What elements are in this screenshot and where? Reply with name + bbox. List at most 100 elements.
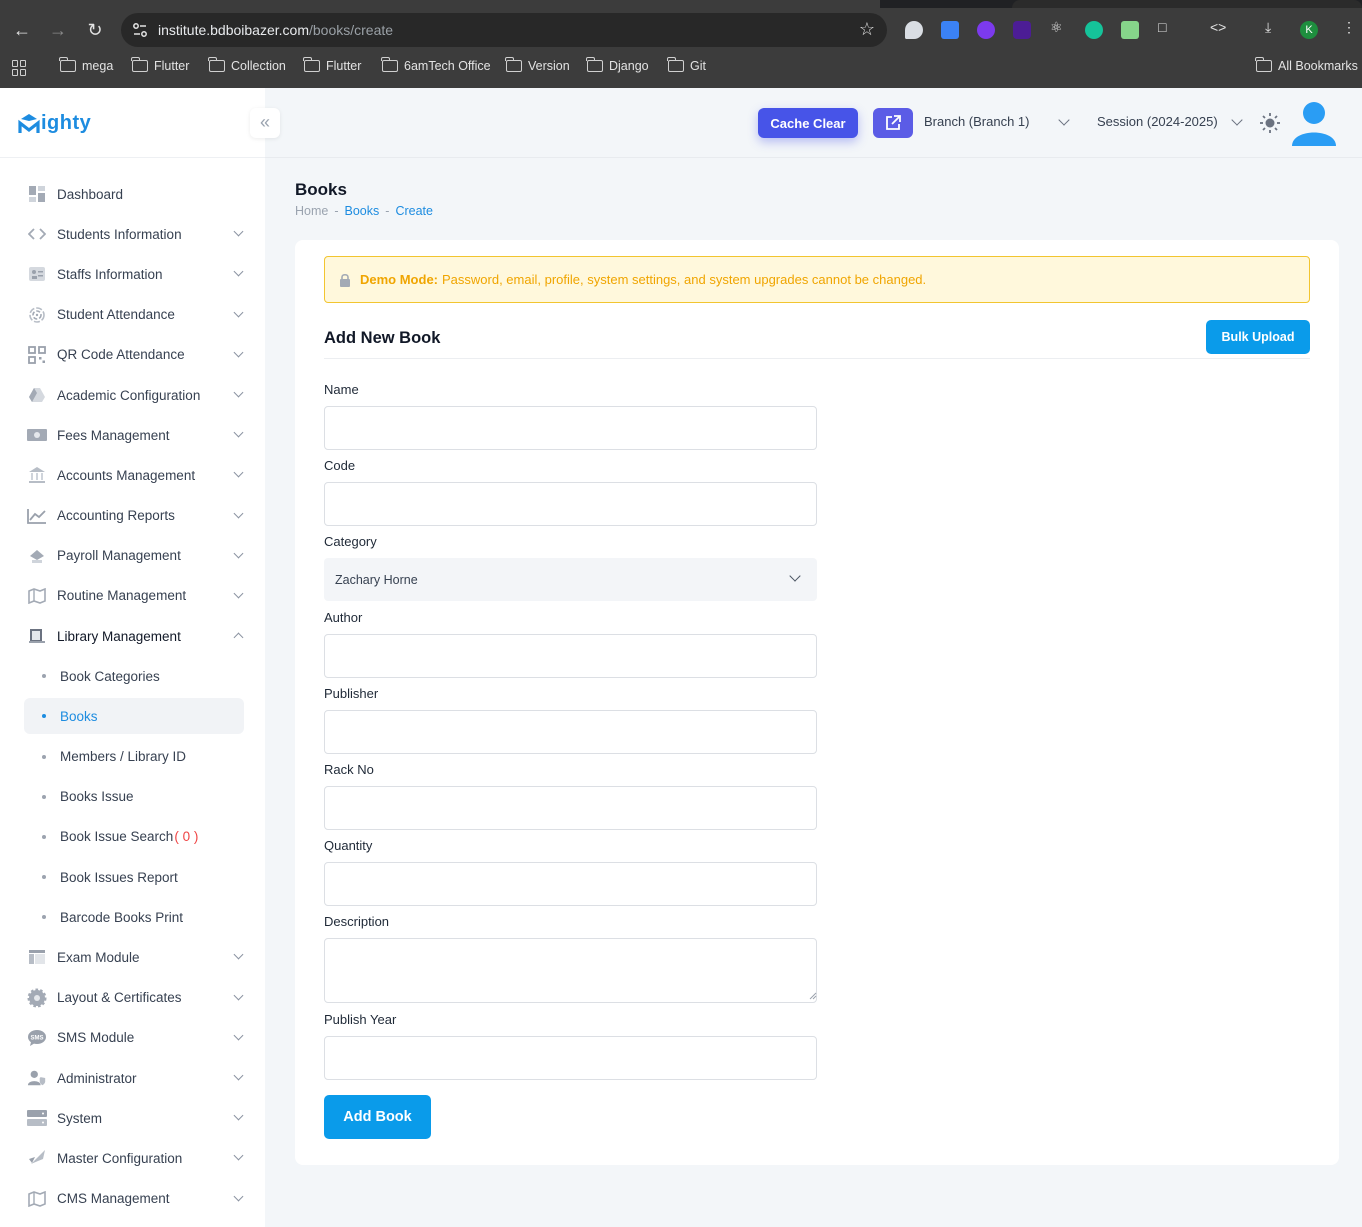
publish-year-field[interactable] bbox=[324, 1036, 817, 1080]
bullet-icon bbox=[42, 875, 46, 880]
sidebar-item-label: Staffs Information bbox=[57, 266, 163, 282]
layout-icon bbox=[27, 948, 47, 966]
sidebar-item-payroll-management[interactable]: Payroll Management bbox=[24, 536, 244, 576]
bookmark-folder[interactable]: mega bbox=[59, 57, 113, 73]
category-selected-value: Zachary Horne bbox=[335, 572, 418, 587]
sidebar-item-label: SMS Module bbox=[57, 1030, 135, 1046]
bookmark-folder[interactable]: Flutter bbox=[303, 57, 361, 73]
sidebar-subitem-book-issues-report[interactable]: Book Issues Report bbox=[24, 857, 244, 897]
chevron-down-icon[interactable] bbox=[1058, 114, 1070, 126]
sidebar-item-academic-configuration[interactable]: Academic Configuration bbox=[24, 375, 244, 415]
back-icon[interactable]: ← bbox=[10, 18, 34, 42]
chevron-down-icon[interactable] bbox=[1231, 114, 1243, 126]
resize-handle-icon[interactable] bbox=[809, 992, 817, 1000]
name-field[interactable] bbox=[324, 406, 817, 450]
collapse-sidebar-button[interactable]: « bbox=[250, 108, 280, 138]
external-link-button[interactable] bbox=[873, 108, 913, 138]
address-bar[interactable]: institute.bdboibazer.com/books/create ☆ bbox=[121, 13, 887, 47]
bookmark-folder[interactable]: Git bbox=[667, 57, 706, 73]
bookmark-folder[interactable]: 6amTech Office bbox=[381, 57, 491, 73]
bookmark-folder[interactable]: Django bbox=[586, 57, 649, 73]
all-bookmarks[interactable]: All Bookmarks bbox=[1255, 57, 1358, 73]
sidebar-item-library-management[interactable]: Library Management bbox=[24, 616, 244, 656]
user-avatar[interactable] bbox=[1290, 100, 1338, 146]
description-field[interactable] bbox=[324, 938, 817, 1003]
app-logo[interactable]: Mighty bbox=[18, 108, 91, 138]
session-selector[interactable]: Session (2024-2025) bbox=[1097, 114, 1218, 129]
add-book-button[interactable]: Add Book bbox=[324, 1095, 431, 1139]
sidebar-subitem-book-categories[interactable]: Book Categories bbox=[24, 656, 244, 696]
chevron-down-icon bbox=[233, 990, 244, 1001]
sidebar-item-routine-management[interactable]: Routine Management bbox=[24, 576, 244, 616]
reload-icon[interactable]: ↻ bbox=[83, 18, 107, 42]
bulk-upload-button[interactable]: Bulk Upload bbox=[1206, 320, 1310, 354]
bookmark-folder[interactable]: Collection bbox=[208, 57, 286, 73]
chevron-down-icon bbox=[233, 1150, 244, 1161]
sidebar-subitem-members-library-id[interactable]: Members / Library ID bbox=[24, 736, 244, 776]
drive-icon bbox=[27, 386, 47, 404]
code-field[interactable] bbox=[324, 482, 817, 526]
sidebar-subitem-barcode-books-print[interactable]: Barcode Books Print bbox=[24, 897, 244, 937]
code-icon bbox=[27, 225, 47, 243]
bookmark-star-icon[interactable]: ☆ bbox=[859, 19, 875, 40]
sidebar-subitem-books[interactable]: Books bbox=[24, 698, 244, 735]
forward-icon[interactable]: → bbox=[46, 18, 70, 42]
extensions-puzzle-icon[interactable]: □ bbox=[1158, 19, 1166, 35]
sidebar-item-cms-management[interactable]: CMS Management bbox=[24, 1179, 244, 1219]
sidebar-item-qr-code-attendance[interactable]: QR Code Attendance bbox=[24, 335, 244, 375]
sidebar-subitem-book-issue-search[interactable]: Book Issue Search( 0 ) bbox=[24, 817, 244, 857]
author-field[interactable] bbox=[324, 634, 817, 678]
sidebar-item-accounts-management[interactable]: Accounts Management bbox=[24, 455, 244, 495]
sidebar-item-system[interactable]: System bbox=[24, 1098, 244, 1138]
extension-diamond-icon[interactable] bbox=[1013, 21, 1031, 39]
download-icon[interactable]: ⤓ bbox=[1265, 19, 1271, 36]
browser-menu-icon[interactable]: ⋮ bbox=[1342, 19, 1356, 36]
name-label: Name bbox=[324, 382, 359, 397]
site-settings-icon[interactable] bbox=[131, 21, 149, 39]
sidebar-item-staffs-information[interactable]: Staffs Information bbox=[24, 254, 244, 294]
extension-drop-icon[interactable] bbox=[905, 21, 923, 39]
publisher-field[interactable] bbox=[324, 710, 817, 754]
quantity-field[interactable] bbox=[324, 862, 817, 906]
bookmark-folder[interactable]: Version bbox=[505, 57, 570, 73]
sidebar-subitem-books-issue[interactable]: Books Issue bbox=[24, 777, 244, 817]
chevron-down-icon bbox=[233, 949, 244, 960]
server-icon bbox=[27, 1109, 47, 1127]
bookmark-folder[interactable]: Flutter bbox=[131, 57, 189, 73]
top-header: Cache Clear Branch (Branch 1) Session (2… bbox=[265, 88, 1362, 158]
category-select[interactable]: Zachary Horne bbox=[324, 558, 817, 601]
bullet-icon bbox=[42, 915, 46, 920]
sidebar-item-sms-module[interactable]: SMS SMS Module bbox=[24, 1018, 244, 1058]
sidebar-item-administrator[interactable]: Administrator bbox=[24, 1058, 244, 1098]
sidebar-item-exam-module[interactable]: Exam Module bbox=[24, 937, 244, 977]
logo-text: ighty bbox=[41, 111, 92, 134]
branch-selector[interactable]: Branch (Branch 1) bbox=[924, 114, 1030, 129]
sidebar-item-master-configuration[interactable]: Master Configuration bbox=[24, 1138, 244, 1178]
screenshot-extension-icon[interactable] bbox=[1121, 21, 1139, 39]
folder-icon bbox=[59, 57, 76, 72]
devtools-code-icon[interactable]: <> bbox=[1210, 19, 1226, 35]
map-icon bbox=[27, 587, 47, 605]
folder-icon bbox=[303, 57, 320, 72]
extension-circle-icon[interactable] bbox=[977, 21, 995, 39]
sidebar-item-fees-management[interactable]: Fees Management bbox=[24, 415, 244, 455]
react-devtools-icon[interactable]: ⚛ bbox=[1050, 19, 1063, 36]
chevron-down-icon bbox=[233, 427, 244, 438]
extension-fi-icon[interactable] bbox=[941, 21, 959, 39]
rack-no-field[interactable] bbox=[324, 786, 817, 830]
cache-clear-button[interactable]: Cache Clear bbox=[758, 108, 858, 138]
sidebar-item-accounting-reports[interactable]: Accounting Reports bbox=[24, 496, 244, 536]
sidebar-item-student-attendance[interactable]: Student Attendance bbox=[24, 295, 244, 335]
breadcrumb-home[interactable]: Home bbox=[295, 204, 328, 218]
grammarly-icon[interactable] bbox=[1085, 21, 1103, 39]
sun-icon[interactable] bbox=[1259, 112, 1281, 134]
breadcrumb-books[interactable]: Books bbox=[345, 204, 380, 218]
chevron-down-icon bbox=[789, 570, 801, 582]
sidebar-item-layout-certificates[interactable]: Layout & Certificates bbox=[24, 978, 244, 1018]
browser-chrome: ← → ↻ institute.bdboibazer.com/books/cre… bbox=[0, 0, 1362, 88]
chevron-down-icon bbox=[233, 1030, 244, 1041]
sidebar-item-dashboard[interactable]: Dashboard bbox=[24, 174, 244, 214]
quantity-label: Quantity bbox=[324, 838, 373, 853]
profile-avatar[interactable]: K bbox=[1300, 21, 1318, 39]
sidebar-item-students-information[interactable]: Students Information bbox=[24, 214, 244, 254]
